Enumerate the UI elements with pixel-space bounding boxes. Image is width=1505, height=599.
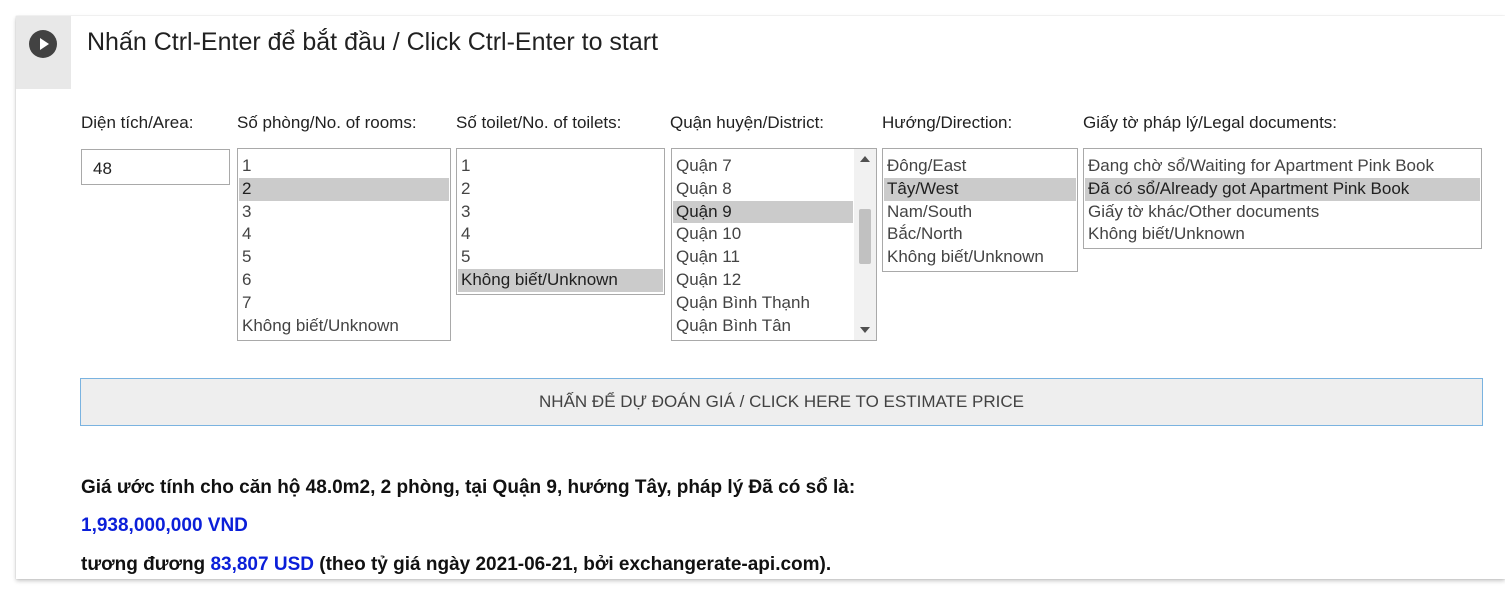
header-title: Nhấn Ctrl-Enter để bắt đầu / Click Ctrl-… (87, 28, 659, 56)
price-usd: 83,807 USD (210, 554, 314, 575)
toilets-listbox[interactable]: 1 2 3 4 5 Không biết/Unknown (456, 148, 665, 295)
usd-prefix: tương đương (81, 554, 211, 575)
direction-listbox[interactable]: Đông/East Tây/West Nam/South Bắc/North Không… (882, 148, 1078, 272)
district-listbox[interactable]: Quận 7 Quận 8 Quận 9 Quận 10 Quận 11 Quận 12 Q… (671, 148, 877, 341)
area-input[interactable]: 48 (81, 149, 230, 185)
rooms-options: 1 2 3 4 5 6 7 Không biết/Unknown (238, 149, 450, 337)
list-option[interactable]: 4 (239, 223, 449, 246)
list-option[interactable]: Không biết/Unknown (1085, 223, 1480, 246)
list-option[interactable]: Không biết/Unknown (884, 246, 1076, 269)
list-option[interactable]: 5 (239, 246, 449, 269)
list-option[interactable]: Quận 10 (673, 223, 853, 246)
usd-suffix: (theo tỷ giá ngày 2021-06-21, bởi exchan… (313, 554, 832, 575)
list-option[interactable]: 1 (458, 155, 663, 178)
direction-label: Hướng/Direction: (882, 113, 1013, 132)
list-option[interactable]: 3 (458, 201, 663, 224)
list-option[interactable]: 3 (239, 201, 449, 224)
toilets-label: Số toilet/No. of toilets: (456, 113, 622, 132)
list-option[interactable]: Quận 11 (673, 246, 853, 269)
list-option[interactable]: Đang chờ sổ/Waiting for Apartment Pink B… (1085, 155, 1480, 178)
list-option[interactable]: Quận Bình Tân (673, 315, 853, 338)
list-option[interactable]: 5 (458, 246, 663, 269)
rooms-listbox[interactable]: 1 2 3 4 5 6 7 Không biết/Unknown (237, 148, 451, 341)
legal-options: Đang chờ sổ/Waiting for Apartment Pink B… (1084, 149, 1481, 246)
legal-listbox[interactable]: Đang chờ sổ/Waiting for Apartment Pink B… (1083, 148, 1482, 249)
list-option[interactable]: Quận 8 (673, 178, 853, 201)
list-option[interactable]: Đã có sổ/Already got Apartment Pink Book (1085, 177, 1480, 201)
list-option[interactable]: Quận Bình Thạnh (673, 292, 853, 315)
result-summary: Giá ước tính cho căn hộ 48.0m2, 2 phòng,… (81, 477, 856, 498)
district-options: Quận 7 Quận 8 Quận 9 Quận 10 Quận 11 Quận 12 Q… (672, 149, 854, 337)
district-scrollbar[interactable] (854, 149, 876, 340)
run-gutter (16, 16, 71, 89)
list-option[interactable]: Giấy tờ khác/Other documents (1085, 201, 1480, 224)
district-label: Quận huyện/District: (670, 113, 825, 132)
list-option[interactable]: 4 (458, 223, 663, 246)
list-option[interactable]: 7 (239, 292, 449, 315)
output-card: Nhấn Ctrl-Enter để bắt đầu / Click Ctrl-… (16, 16, 1505, 579)
list-option[interactable]: 2 (239, 177, 449, 201)
play-circle-icon[interactable] (29, 30, 57, 58)
price-vnd: 1,938,000,000 VND (81, 515, 248, 536)
list-option[interactable]: Không biết/Unknown (458, 268, 663, 292)
direction-options: Đông/East Tây/West Nam/South Bắc/North Không… (883, 149, 1077, 269)
scroll-up-arrow-icon[interactable] (860, 156, 870, 162)
list-option[interactable]: Bắc/North (884, 223, 1076, 246)
list-option[interactable]: Quận 12 (673, 269, 853, 292)
list-option[interactable]: Không biết/Unknown (239, 315, 449, 338)
scroll-thumb[interactable] (859, 209, 871, 264)
rooms-label: Số phòng/No. of rooms: (237, 113, 417, 132)
toilets-options: 1 2 3 4 5 Không biết/Unknown (457, 149, 664, 292)
estimate-price-button[interactable]: NHẤN ĐỂ DỰ ĐOÁN GIÁ / CLICK HERE TO ESTI… (80, 378, 1483, 426)
list-option[interactable]: Quận 9 (673, 200, 853, 224)
list-option[interactable]: 1 (239, 155, 449, 178)
list-option[interactable]: Tây/West (884, 177, 1076, 201)
list-option[interactable]: Nam/South (884, 201, 1076, 224)
list-option[interactable]: Đông/East (884, 155, 1076, 178)
list-option[interactable]: 2 (458, 178, 663, 201)
list-option[interactable]: 6 (239, 269, 449, 292)
price-usd-line: tương đương 83,807 USD (theo tỷ giá ngày… (81, 554, 831, 576)
legal-label: Giấy tờ pháp lý/Legal documents: (1083, 113, 1338, 132)
play-triangle (40, 38, 49, 50)
area-label: Diện tích/Area: (81, 113, 194, 132)
scroll-down-arrow-icon[interactable] (860, 327, 870, 333)
list-option[interactable]: Quận 7 (673, 155, 853, 178)
